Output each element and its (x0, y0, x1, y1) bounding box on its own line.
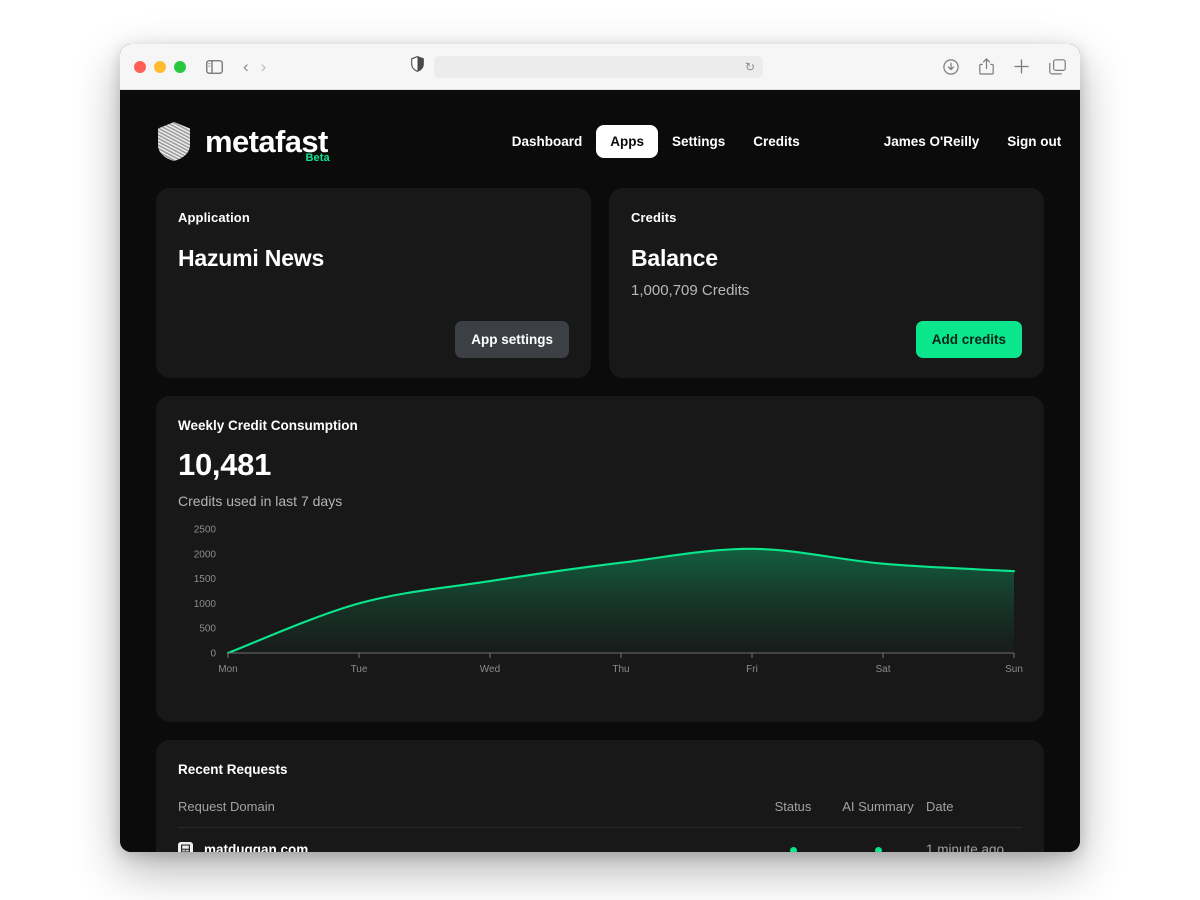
y-tick-label: 1500 (194, 574, 217, 585)
credits-balance-value: 1,000,709 Credits (631, 282, 750, 299)
recent-requests-title: Recent Requests (178, 762, 288, 777)
request-ai-summary-cell (830, 827, 926, 852)
x-tick-label: Sun (1005, 664, 1023, 675)
application-card-eyebrow: Application (178, 210, 250, 225)
credits-card-eyebrow: Credits (631, 210, 677, 225)
credits-card: Credits Balance 1,000,709 Credits Add cr… (609, 188, 1044, 378)
chart-y-axis: 0 500 1000 1500 2000 2500 (194, 525, 217, 660)
column-header-status: Status (774, 799, 812, 814)
site-header: metafast Beta Dashboard Apps Settings Cr… (120, 90, 1080, 172)
add-credits-button[interactable]: Add credits (915, 321, 1022, 358)
toolbar-actions (943, 58, 1066, 75)
forward-arrow-icon[interactable]: › (261, 58, 267, 75)
nav-item-dashboard[interactable]: Dashboard (498, 125, 597, 158)
chart-x-ticks (227, 653, 1015, 658)
main-navigation: Dashboard Apps Settings Credits James O'… (498, 124, 1076, 158)
weekly-consumption-card: Weekly Credit Consumption 10,481 Credits… (156, 396, 1044, 722)
chart-caption: Credits used in last 7 days (178, 493, 343, 509)
x-tick-label: Fri (746, 664, 758, 675)
table-header: Request Domain Status AI Summary Date (178, 799, 1022, 828)
nav-item-user[interactable]: James O'Reilly (870, 125, 994, 158)
window-controls (134, 60, 186, 73)
ai-summary-badge (874, 847, 882, 852)
brand-logo[interactable]: metafast Beta (156, 121, 332, 164)
nav-item-credits[interactable]: Credits (739, 125, 814, 158)
application-name: Hazumi News (178, 245, 325, 271)
address-bar-container: ↻ (411, 55, 763, 78)
column-header-domain: Request Domain (178, 799, 275, 814)
x-tick-label: Wed (480, 664, 500, 675)
application-card-actions: App settings (178, 321, 569, 358)
close-window-button[interactable] (134, 60, 146, 73)
credits-balance-label: Balance (631, 245, 718, 271)
request-status-cell (756, 827, 830, 852)
nav-item-apps[interactable]: Apps (596, 124, 658, 158)
sidebar-toggle-icon[interactable] (206, 59, 223, 74)
reload-icon[interactable]: ↻ (745, 61, 755, 73)
metafast-shield-icon (156, 121, 192, 162)
table-body: matduggan.com 1 minute ago (178, 827, 1022, 852)
nav-item-settings[interactable]: Settings (658, 125, 739, 158)
plus-icon[interactable] (1014, 59, 1029, 74)
nav-item-sign-out[interactable]: Sign out (993, 125, 1075, 158)
recent-requests-card: Recent Requests Request Domain Status AI… (156, 740, 1044, 852)
x-tick-label: Thu (612, 664, 629, 675)
y-tick-label: 2500 (194, 525, 217, 536)
app-page: metafast Beta Dashboard Apps Settings Cr… (120, 90, 1080, 852)
y-tick-label: 500 (199, 624, 216, 635)
app-settings-button[interactable]: App settings (455, 321, 569, 358)
x-tick-label: Mon (218, 664, 237, 675)
downloads-icon[interactable] (943, 58, 959, 75)
y-tick-label: 1000 (194, 599, 217, 610)
share-icon[interactable] (979, 58, 994, 75)
request-domain-cell: matduggan.com (178, 827, 756, 852)
column-header-ai-summary: AI Summary (842, 799, 914, 814)
browser-navigation: ‹ › (243, 58, 266, 75)
domain-cell-inner: matduggan.com (178, 842, 756, 852)
table-header-row: Request Domain Status AI Summary Date (178, 799, 1022, 828)
request-date: 1 minute ago (926, 827, 1022, 852)
browser-window: ‹ › ↻ metafast Beta Dashboard Apps Setti… (120, 44, 1080, 852)
consumption-chart: 0 500 1000 1500 2000 2500 Mon Tue Wed Thu Fri Sat S… (178, 523, 1023, 688)
table-row[interactable]: matduggan.com 1 minute ago (178, 827, 1022, 852)
maximize-window-button[interactable] (174, 60, 186, 73)
chart-x-axis: Mon Tue Wed Thu Fri Sat Sun (218, 664, 1023, 675)
y-tick-label: 2000 (194, 549, 217, 560)
chart-title: Weekly Credit Consumption (178, 418, 358, 433)
summary-cards: Application Hazumi News App settings Cre… (156, 188, 1044, 378)
beta-badge: Beta (305, 151, 330, 164)
x-tick-label: Sat (875, 664, 890, 675)
column-header-date: Date (926, 799, 954, 814)
tab-overview-icon[interactable] (1049, 58, 1066, 75)
address-bar[interactable]: ↻ (434, 55, 763, 78)
browser-toolbar: ‹ › ↻ (120, 44, 1080, 90)
y-tick-label: 0 (210, 649, 216, 660)
request-domain: matduggan.com (204, 842, 309, 852)
back-arrow-icon[interactable]: ‹ (243, 58, 249, 75)
brand-text: metafast Beta (205, 126, 332, 164)
recent-requests-table: Request Domain Status AI Summary Date ma… (178, 799, 1022, 852)
credits-card-actions: Add credits (631, 321, 1022, 358)
page-content: Application Hazumi News App settings Cre… (120, 188, 1080, 852)
privacy-shield-icon[interactable] (411, 56, 424, 77)
status-badge (789, 847, 797, 852)
chart-svg: 0 500 1000 1500 2000 2500 Mon Tue Wed Thu Fri Sat S… (194, 525, 1023, 676)
chart-total: 10,481 (178, 447, 272, 482)
x-tick-label: Tue (351, 664, 368, 675)
application-card: Application Hazumi News App settings (156, 188, 591, 378)
minimize-window-button[interactable] (154, 60, 166, 73)
site-favicon-icon (178, 842, 193, 852)
